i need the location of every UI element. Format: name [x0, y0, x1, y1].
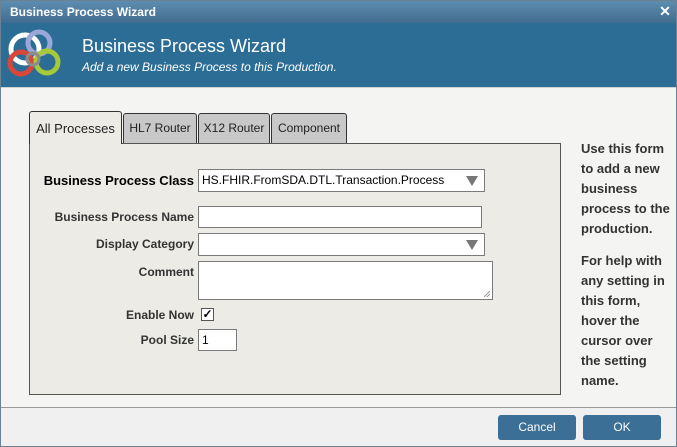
- enable-now-checkbox[interactable]: ✓: [201, 308, 214, 321]
- window-title: Business Process Wizard: [10, 5, 156, 19]
- business-process-class-value: HS.FHIR.FromSDA.DTL.Transaction.Process: [202, 173, 445, 187]
- button-bar: Cancel OK: [1, 407, 676, 446]
- tab-x12-router[interactable]: X12 Router: [198, 113, 270, 143]
- close-icon[interactable]: ✕: [658, 2, 672, 20]
- help-paragraph-1: Use this form to add a new business proc…: [581, 141, 670, 236]
- business-process-name-label: Business Process Name: [54, 210, 194, 224]
- tab-all-processes[interactable]: All Processes: [29, 111, 122, 144]
- header-title: Business Process Wizard: [82, 36, 287, 56]
- business-process-class-label: Business Process Class: [43, 173, 194, 188]
- dropdown-arrow-icon: [466, 240, 478, 250]
- comment-label: Comment: [138, 265, 194, 279]
- display-category-select[interactable]: [198, 233, 485, 256]
- dropdown-arrow-icon: [466, 176, 478, 186]
- ok-button[interactable]: OK: [583, 415, 661, 440]
- enable-now-label: Enable Now: [125, 308, 194, 322]
- tab-component[interactable]: Component: [271, 113, 347, 143]
- form-panel: Business Process Class HS.FHIR.FromSDA.D…: [29, 143, 561, 395]
- tab-hl7-router[interactable]: HL7 Router: [123, 113, 197, 143]
- display-category-label: Display Category: [95, 237, 194, 251]
- title-bar[interactable]: Business Process Wizard ✕: [1, 1, 676, 23]
- resize-grip-icon[interactable]: [484, 291, 490, 297]
- business-process-class-select[interactable]: HS.FHIR.FromSDA.DTL.Transaction.Process: [198, 169, 485, 192]
- business-process-name-input[interactable]: [198, 206, 482, 228]
- wizard-body: All Processes HL7 Router X12 Router Comp…: [1, 87, 676, 407]
- help-paragraph-2: For help with any setting in this form, …: [581, 253, 665, 388]
- logo-icon: [7, 29, 61, 77]
- help-text: Use this form to add a new business proc…: [581, 139, 673, 391]
- pool-size-label: Pool Size: [140, 333, 194, 347]
- pool-size-input[interactable]: [198, 329, 237, 351]
- cancel-button[interactable]: Cancel: [498, 415, 576, 440]
- wizard-window: Business Process Wizard ✕ Business Proce…: [0, 0, 677, 447]
- wizard-header: Business Process Wizard Add a new Busine…: [1, 23, 676, 87]
- comment-textarea[interactable]: [198, 261, 493, 300]
- header-subtitle: Add a new Business Process to this Produ…: [82, 60, 337, 74]
